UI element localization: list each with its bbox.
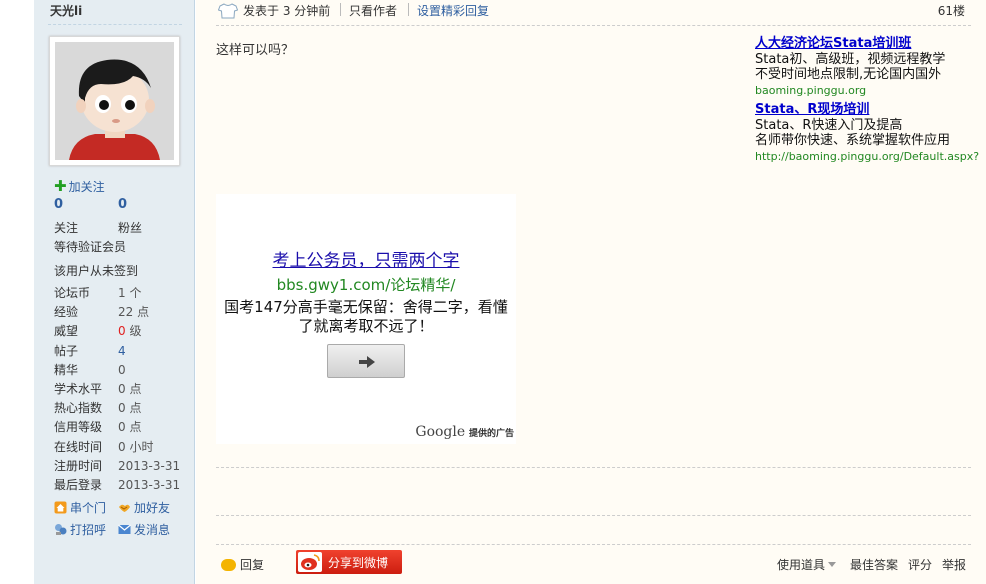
reply-bubble-icon <box>221 559 236 571</box>
checkin-status: 该用户从未签到 <box>54 264 139 278</box>
shirt-icon <box>218 3 238 19</box>
fans-count[interactable]: 0 <box>118 197 127 212</box>
divider <box>216 467 971 468</box>
ad-line: Stata初、高级班，视频远程教学 <box>755 51 946 67</box>
ad-box-go-button[interactable] <box>327 344 405 378</box>
add-friend-button[interactable]: 加好友 <box>118 499 170 516</box>
member-level[interactable]: 等待验证会员 <box>54 238 126 255</box>
greet-icon <box>55 524 67 535</box>
ad-url[interactable]: baoming.pinggu.org <box>755 83 980 99</box>
google-logo: Google <box>415 424 466 440</box>
stat-row: 信用等级 0 点 <box>54 420 142 435</box>
home-icon <box>54 501 67 514</box>
set-best-reply-link[interactable]: 设置精彩回复 <box>417 2 489 19</box>
stat-row: 热心指数 0 点 <box>54 401 142 416</box>
share-weibo-button[interactable]: 分享到微博 <box>296 550 402 574</box>
visit-button[interactable]: 串个门 <box>54 499 106 516</box>
posts-count-link[interactable]: 4 <box>118 344 126 358</box>
only-author-link[interactable]: 只看作者 <box>349 2 397 19</box>
best-answer-link[interactable]: 最佳答案 <box>850 556 898 573</box>
stat-row: 最后登录 2013-3-31 <box>54 477 181 492</box>
stat-row: 注册时间 2013-3-31 <box>54 458 181 473</box>
plus-icon: ✚ <box>54 177 67 195</box>
weibo-icon <box>298 552 322 572</box>
ad-title-link[interactable]: Stata、R现场培训 <box>755 102 869 117</box>
text-ad: Stata、R现场培训 Stata、R快速入门及提高 名师带你快速、系统掌握软件… <box>755 102 980 164</box>
stat-row: 经验 22 点 <box>54 305 150 320</box>
rate-link[interactable]: 评分 <box>908 556 932 573</box>
ad-line: 名师带你快速、系统掌握软件应用 <box>755 133 951 148</box>
text-ads: 人大经济论坛Stata培训班 Stata初、高级班，视频远程教学 不受时间地点限… <box>755 36 980 164</box>
stat-row: 精华 0 <box>54 362 126 377</box>
stat-row: 论坛币 1 个 <box>54 286 142 300</box>
ad-url[interactable]: http://baoming.pinggu.org/Default.aspx? <box>755 149 980 165</box>
post-footer: 回复 分享到微博 使用道具 最佳答案 评分 举报 <box>216 548 971 578</box>
greet-button[interactable]: 打招呼 <box>54 521 106 538</box>
handshake-icon <box>119 504 130 512</box>
ad-line: 不受时间地点限制,无论国内国外 <box>755 67 942 82</box>
use-tools-dropdown[interactable]: 使用道具 <box>777 556 837 573</box>
post-body: 这样可以吗？ <box>216 43 295 58</box>
fans-label: 粉丝 <box>118 221 143 235</box>
ad-title-link[interactable]: 人大经济论坛Stata培训班 <box>755 36 911 51</box>
avatar[interactable] <box>49 36 180 166</box>
forum-post-page: 天光li ✚ 加关注 0 0 关注 粉丝 等待验证会员 该用户从未签到 论坛币 … <box>0 0 986 584</box>
stat-row: 学术水平 0 点 <box>54 381 142 396</box>
author-stats: 论坛币 1 个 经验 22 点 威望 0 级 帖子 4 精华 0 学术水平 0 点 热心指数… <box>54 284 184 495</box>
following-label: 关注 <box>54 221 79 235</box>
following-count[interactable]: 0 <box>54 197 63 212</box>
divider <box>216 515 971 516</box>
chevron-down-icon <box>828 562 837 567</box>
divider <box>408 3 409 16</box>
post-main: 发表于 3 分钟前 只看作者 设置精彩回复 61楼 这样可以吗？ 人大经济论坛S… <box>196 0 986 584</box>
floor-number[interactable]: 61楼 <box>938 2 965 19</box>
ad-line: Stata、R快速入门及提高 <box>755 117 903 133</box>
stat-row: 威望 0 级 <box>54 324 142 339</box>
stat-row: 在线时间 0 小时 <box>54 439 154 454</box>
arrow-right-icon <box>359 356 375 368</box>
ad-box-description: 国考147分高手毫无保留：舍得二字，看懂了就离考取不远了！ <box>224 298 508 335</box>
author-sidebar: 天光li ✚ 加关注 0 0 关注 粉丝 等待验证会员 该用户从未签到 论坛币 … <box>34 0 195 584</box>
stat-row: 帖子 4 <box>54 343 126 358</box>
avatar-image <box>55 42 174 160</box>
text-ad: 人大经济论坛Stata培训班 Stata初、高级班，视频远程教学 不受时间地点限… <box>755 36 980 98</box>
google-ad-box: 考上公务员，只需两个字 bbs.gwy1.com/论坛精华/ 国考147分高手毫… <box>216 194 516 444</box>
envelope-icon <box>118 524 131 534</box>
ad-box-title-link[interactable]: 考上公务员，只需两个字 <box>216 246 516 271</box>
divider <box>48 24 182 25</box>
reply-button[interactable]: 回复 <box>221 556 264 573</box>
report-link[interactable]: 举报 <box>942 556 966 573</box>
posted-time: 发表于 3 分钟前 <box>243 4 331 18</box>
ad-box-url[interactable]: bbs.gwy1.com/论坛精华/ <box>216 274 516 295</box>
ad-attribution[interactable]: Google 提供的广告 <box>415 424 514 440</box>
follow-button[interactable]: ✚ 加关注 <box>54 177 105 195</box>
divider <box>216 544 971 545</box>
author-name[interactable]: 天光li <box>50 2 82 19</box>
message-button[interactable]: 发消息 <box>118 521 170 538</box>
post-header: 发表于 3 分钟前 只看作者 设置精彩回复 61楼 <box>216 0 971 26</box>
divider <box>340 3 341 16</box>
